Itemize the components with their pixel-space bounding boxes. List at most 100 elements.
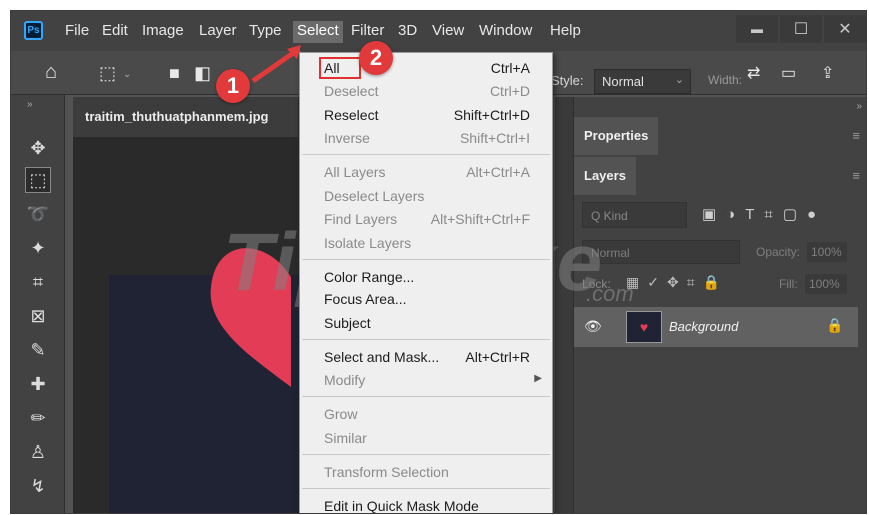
close-icon: ✕ (838, 21, 852, 38)
magic-wand-tool-icon[interactable]: ✦ (25, 235, 51, 261)
height-field-icon[interactable]: ▭ (781, 63, 796, 83)
menu-window[interactable]: Window (479, 21, 532, 41)
history-brush-tool-icon[interactable]: ↯ (25, 473, 51, 499)
stamp-tool-icon[interactable]: ♙ (25, 439, 51, 465)
menu-item-quick-mask[interactable]: Edit in Quick Mask Mode (300, 495, 552, 513)
layer-thumbnail: ♥ (626, 311, 662, 343)
new-selection-icon[interactable]: ■ (169, 63, 180, 84)
brush-tool-icon[interactable]: ✏ (25, 405, 51, 431)
fill-label: Fill: (779, 277, 798, 291)
menu-separator (302, 396, 550, 397)
menu-item-all[interactable]: All Ctrl+A (300, 57, 552, 79)
panel-menu-icon[interactable]: ≡ (852, 168, 860, 183)
menu-item-label: Transform Selection (324, 464, 449, 480)
document-tab-label: traitim_thuthuatphanmem.jpg (85, 109, 269, 124)
width-label: Width: (708, 73, 743, 87)
menu-item-subject[interactable]: Subject (300, 312, 552, 334)
step-2-badge: 2 (359, 41, 393, 75)
tools-panel: » ✥ ⬚ ➰ ✦ ⌗ ⊠ ✎ ✚ ✏ ♙ ↯ (11, 95, 65, 513)
menu-item-label: Reselect (324, 107, 379, 123)
fill-field[interactable]: 100% (805, 274, 847, 294)
chevron-down-icon[interactable]: ⌄ (123, 69, 131, 80)
minimize-button[interactable]: ▬ (736, 15, 778, 43)
maximize-icon: ☐ (793, 21, 809, 38)
panel-dock-strip (555, 97, 573, 513)
menu-separator (302, 488, 550, 489)
frame-tool-icon[interactable]: ⊠ (25, 303, 51, 329)
home-icon[interactable]: ⌂ (45, 61, 57, 84)
menu-item-focus-area[interactable]: Focus Area... (300, 288, 552, 310)
menu-select[interactable]: Select (293, 21, 343, 43)
menu-item-shortcut: Alt+Ctrl+R (465, 349, 530, 365)
layer-lock-icon[interactable]: 🔒 (826, 317, 843, 334)
callout-arrow (251, 45, 301, 84)
menu-item-shortcut: Alt+Ctrl+A (466, 164, 530, 180)
menu-item-find-layers[interactable]: Find Layers Alt+Shift+Ctrl+F (300, 208, 552, 230)
menu-item-deselect[interactable]: Deselect Ctrl+D (300, 80, 552, 102)
photoshop-logo-icon[interactable]: Ps (24, 21, 43, 40)
menu-item-color-range[interactable]: Color Range... (300, 266, 552, 288)
layer-kind-filter[interactable]: Q Kind (582, 202, 687, 228)
menu-item-shortcut: Ctrl+D (489, 83, 530, 99)
healing-brush-tool-icon[interactable]: ✚ (25, 371, 51, 397)
tab-properties[interactable]: Properties (574, 117, 659, 155)
opacity-label: Opacity: (756, 245, 801, 259)
blend-mode-select[interactable]: Normal (582, 240, 740, 264)
menu-item-all-layers[interactable]: All Layers Alt+Ctrl+A (300, 161, 552, 183)
chevron-down-icon: ⌄ (674, 74, 684, 86)
opacity-field[interactable]: 100% (807, 242, 847, 262)
expand-icon[interactable]: » (856, 101, 862, 112)
document-tab[interactable]: traitim_thuthuatphanmem.jpg (73, 97, 299, 137)
menu-file[interactable]: File (65, 21, 89, 41)
collapse-icon[interactable]: » (27, 99, 33, 110)
menu-separator (302, 259, 550, 260)
menu-item-reselect[interactable]: Reselect Shift+Ctrl+D (300, 104, 552, 126)
menu-type[interactable]: Type (249, 21, 282, 41)
panel-menu-icon[interactable]: ≡ (852, 128, 860, 143)
menu-edit[interactable]: Edit (102, 21, 128, 41)
menu-3d[interactable]: 3D (398, 21, 417, 41)
lasso-tool-icon[interactable]: ➰ (25, 201, 51, 227)
maximize-button[interactable]: ☐ (780, 15, 822, 43)
share-icon[interactable]: ⇪ (821, 63, 834, 83)
menu-filter[interactable]: Filter (351, 21, 384, 41)
menu-item-inverse[interactable]: Inverse Shift+Ctrl+I (300, 127, 552, 149)
menu-item-transform-selection[interactable]: Transform Selection (300, 461, 552, 483)
menu-view[interactable]: View (432, 21, 464, 41)
lock-options-icons[interactable]: ▦✓✥⌗🔒 (626, 274, 728, 291)
tab-layers[interactable]: Layers (574, 157, 636, 195)
layer-filter-icons[interactable]: ▣◑T⌗▢● (702, 205, 826, 223)
menu-item-label: All Layers (324, 164, 386, 180)
menu-layer[interactable]: Layer (199, 21, 237, 41)
marquee-preset-icon[interactable]: ⬚ (99, 63, 116, 84)
crop-tool-icon[interactable]: ⌗ (25, 269, 51, 295)
menu-item-grow[interactable]: Grow (300, 403, 552, 425)
visibility-eye-icon[interactable]: 👁 (584, 318, 602, 335)
menu-item-label: Select and Mask... (324, 349, 440, 365)
move-tool-icon[interactable]: ✥ (25, 135, 51, 161)
style-select[interactable]: Normal ⌄ (594, 69, 691, 94)
menu-item-similar[interactable]: Similar (300, 427, 552, 449)
swap-icon[interactable]: ⇄ (747, 63, 760, 83)
eyedropper-tool-icon[interactable]: ✎ (25, 337, 51, 363)
menu-item-deselect-layers[interactable]: Deselect Layers (300, 185, 552, 207)
menu-separator (302, 339, 550, 340)
marquee-tool-icon[interactable]: ⬚ (25, 167, 51, 193)
layer-row-background[interactable]: 👁 ♥ Background 🔒 (574, 307, 858, 347)
menu-item-label: Grow (324, 406, 358, 422)
close-button[interactable]: ✕ (824, 15, 866, 43)
menu-item-select-and-mask[interactable]: Select and Mask... Alt+Ctrl+R (300, 346, 552, 368)
layer-name: Background (669, 319, 739, 334)
menu-item-label: Deselect Layers (324, 188, 425, 204)
heart-image (210, 248, 291, 387)
menu-bar: Ps File Edit Image Layer Type Select Fil… (11, 11, 866, 51)
add-to-selection-icon[interactable]: ◧ (194, 63, 211, 84)
menu-item-isolate-layers[interactable]: Isolate Layers (300, 232, 552, 254)
menu-help[interactable]: Help (550, 21, 581, 41)
menu-separator (302, 154, 550, 155)
menu-image[interactable]: Image (142, 21, 184, 41)
menu-item-label: Inverse (324, 130, 370, 146)
menu-item-label: Deselect (324, 83, 379, 99)
menu-item-modify[interactable]: Modify ▶ (300, 369, 552, 391)
menu-item-label: Focus Area... (324, 291, 407, 307)
